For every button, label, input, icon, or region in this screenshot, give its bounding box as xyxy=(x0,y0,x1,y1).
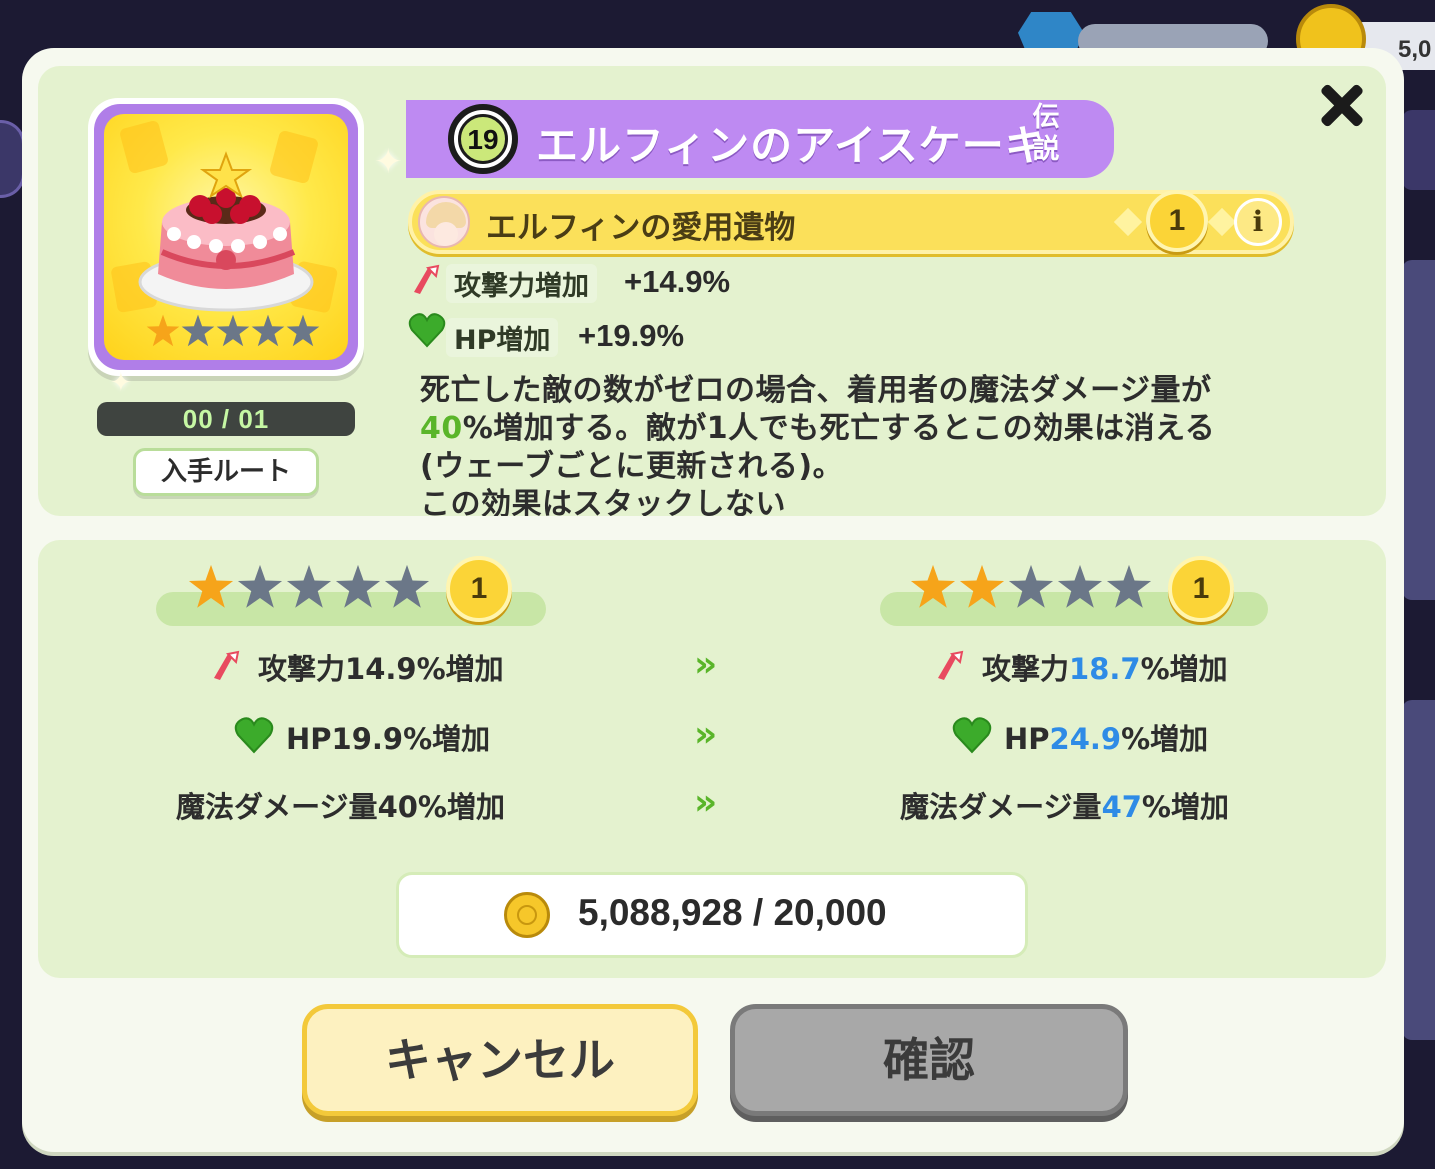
background-side-card xyxy=(1402,260,1435,600)
stat-suffix: %増加 xyxy=(403,722,491,756)
star-icon xyxy=(1106,564,1152,608)
panel-gap xyxy=(400,516,1320,540)
star-icon xyxy=(384,564,430,608)
sparkle-icon: ✦ xyxy=(374,142,403,182)
upgrade-cost-text: 5,088,928 / 20,000 xyxy=(578,892,887,933)
coin-balance-text: 5,0 xyxy=(1398,36,1432,63)
star-icon xyxy=(251,314,285,347)
chevron-right-icon: » xyxy=(694,782,717,823)
star-icon xyxy=(910,564,956,608)
stat-value: 18.7 xyxy=(1069,652,1141,686)
stat-value: 24.9 xyxy=(1049,722,1122,756)
stat-value: 47 xyxy=(1101,790,1142,824)
sparkle-icon: ✦ xyxy=(110,368,132,398)
item-star-rating xyxy=(146,314,320,348)
star-icon xyxy=(335,564,381,608)
attack-icon xyxy=(214,650,240,680)
next-star-rating xyxy=(910,564,1152,610)
next-attack: 攻撃力18.7%増加 xyxy=(982,646,1228,688)
attack-icon xyxy=(938,650,964,680)
attack-stat-label: 攻撃力増加 xyxy=(446,264,597,303)
item-description: 死亡した敵の数がゼロの場合、着用者の魔法ダメージ量が 40%増加する。敵が1人で… xyxy=(420,372,1300,524)
chevron-right-icon: » xyxy=(694,644,717,685)
current-hp: HP19.9%増加 xyxy=(286,716,490,758)
item-card xyxy=(88,98,364,376)
background-side-panel xyxy=(1402,110,1435,190)
item-count: 00 / 01 xyxy=(97,402,355,436)
stat-suffix: %増加 xyxy=(416,652,504,686)
stat-value: 19.9 xyxy=(331,722,404,756)
stat-prefix: HP xyxy=(1004,722,1050,756)
gold-coin-icon xyxy=(504,892,550,938)
stat-prefix: 攻撃力 xyxy=(258,652,346,686)
current-attack: 攻撃力14.9%増加 xyxy=(258,646,504,688)
attack-stat-value: +14.9% xyxy=(624,264,731,299)
star-icon xyxy=(286,564,332,608)
info-button[interactable]: i xyxy=(1234,198,1282,246)
current-star-rating xyxy=(188,564,430,610)
description-line: 40%増加する。敵が1人でも死亡するとこの効果は消える xyxy=(420,410,1300,448)
acquire-route-button[interactable]: 入手ルート xyxy=(133,448,319,496)
close-icon[interactable] xyxy=(1312,76,1372,136)
stat-value: 40 xyxy=(377,790,418,824)
character-avatar xyxy=(418,196,470,248)
cancel-button[interactable]: キャンセル xyxy=(302,1004,698,1116)
next-magic-damage: 魔法ダメージ量47%増加 xyxy=(900,784,1229,826)
chevron-right-icon: » xyxy=(694,714,717,755)
description-text: %増加する。敵が1人でも死亡するとこの効果は消える xyxy=(462,411,1216,446)
attack-icon xyxy=(414,264,440,294)
stat-prefix: 魔法ダメージ量 xyxy=(176,790,378,824)
current-magic-damage: 魔法ダメージ量40%増加 xyxy=(176,784,505,826)
stat-suffix: %増加 xyxy=(1121,722,1209,756)
current-level-badge: 1 xyxy=(446,556,512,622)
stat-prefix: HP xyxy=(286,722,332,756)
confirm-button[interactable]: 確認 xyxy=(730,1004,1128,1116)
hp-heart-icon xyxy=(234,717,274,754)
star-icon xyxy=(146,314,180,347)
ice-cake-image xyxy=(104,114,348,360)
star-icon xyxy=(959,564,1005,608)
stat-value: 14.9 xyxy=(345,652,417,686)
stat-suffix: %増加 xyxy=(1141,790,1229,824)
stat-suffix: %増加 xyxy=(417,790,505,824)
stat-prefix: 魔法ダメージ量 xyxy=(900,790,1102,824)
star-icon xyxy=(237,564,283,608)
level-number: 19 xyxy=(458,114,508,164)
relic-level-badge: 1 xyxy=(1146,190,1208,252)
star-icon xyxy=(216,314,250,347)
description-line: (ウェーブごとに更新される)。 xyxy=(420,449,844,484)
hp-heart-icon xyxy=(408,313,446,348)
stat-prefix: 攻撃力 xyxy=(982,652,1070,686)
relic-title: エルフィンの愛用遺物 xyxy=(486,210,796,246)
star-icon xyxy=(1008,564,1054,608)
rarity-label: 伝説 xyxy=(1032,102,1060,165)
stat-suffix: %増加 xyxy=(1140,652,1228,686)
hp-stat-label: HP増加 xyxy=(446,318,559,357)
level-badge: 19 xyxy=(448,104,518,174)
hp-stat-value: +19.9% xyxy=(578,318,685,353)
hp-heart-icon xyxy=(952,717,992,754)
star-icon xyxy=(1057,564,1103,608)
item-name: エルフィンのアイスケーキ xyxy=(536,121,1048,170)
star-icon xyxy=(181,314,215,347)
background-side-card xyxy=(1402,700,1435,1040)
next-hp: HP24.9%増加 xyxy=(1004,716,1208,758)
next-level-badge: 1 xyxy=(1168,556,1234,622)
description-highlight: 40 xyxy=(420,411,463,446)
description-line: 死亡した敵の数がゼロの場合、着用者の魔法ダメージ量が xyxy=(420,373,1212,408)
star-icon xyxy=(188,564,234,608)
star-icon xyxy=(286,314,320,347)
